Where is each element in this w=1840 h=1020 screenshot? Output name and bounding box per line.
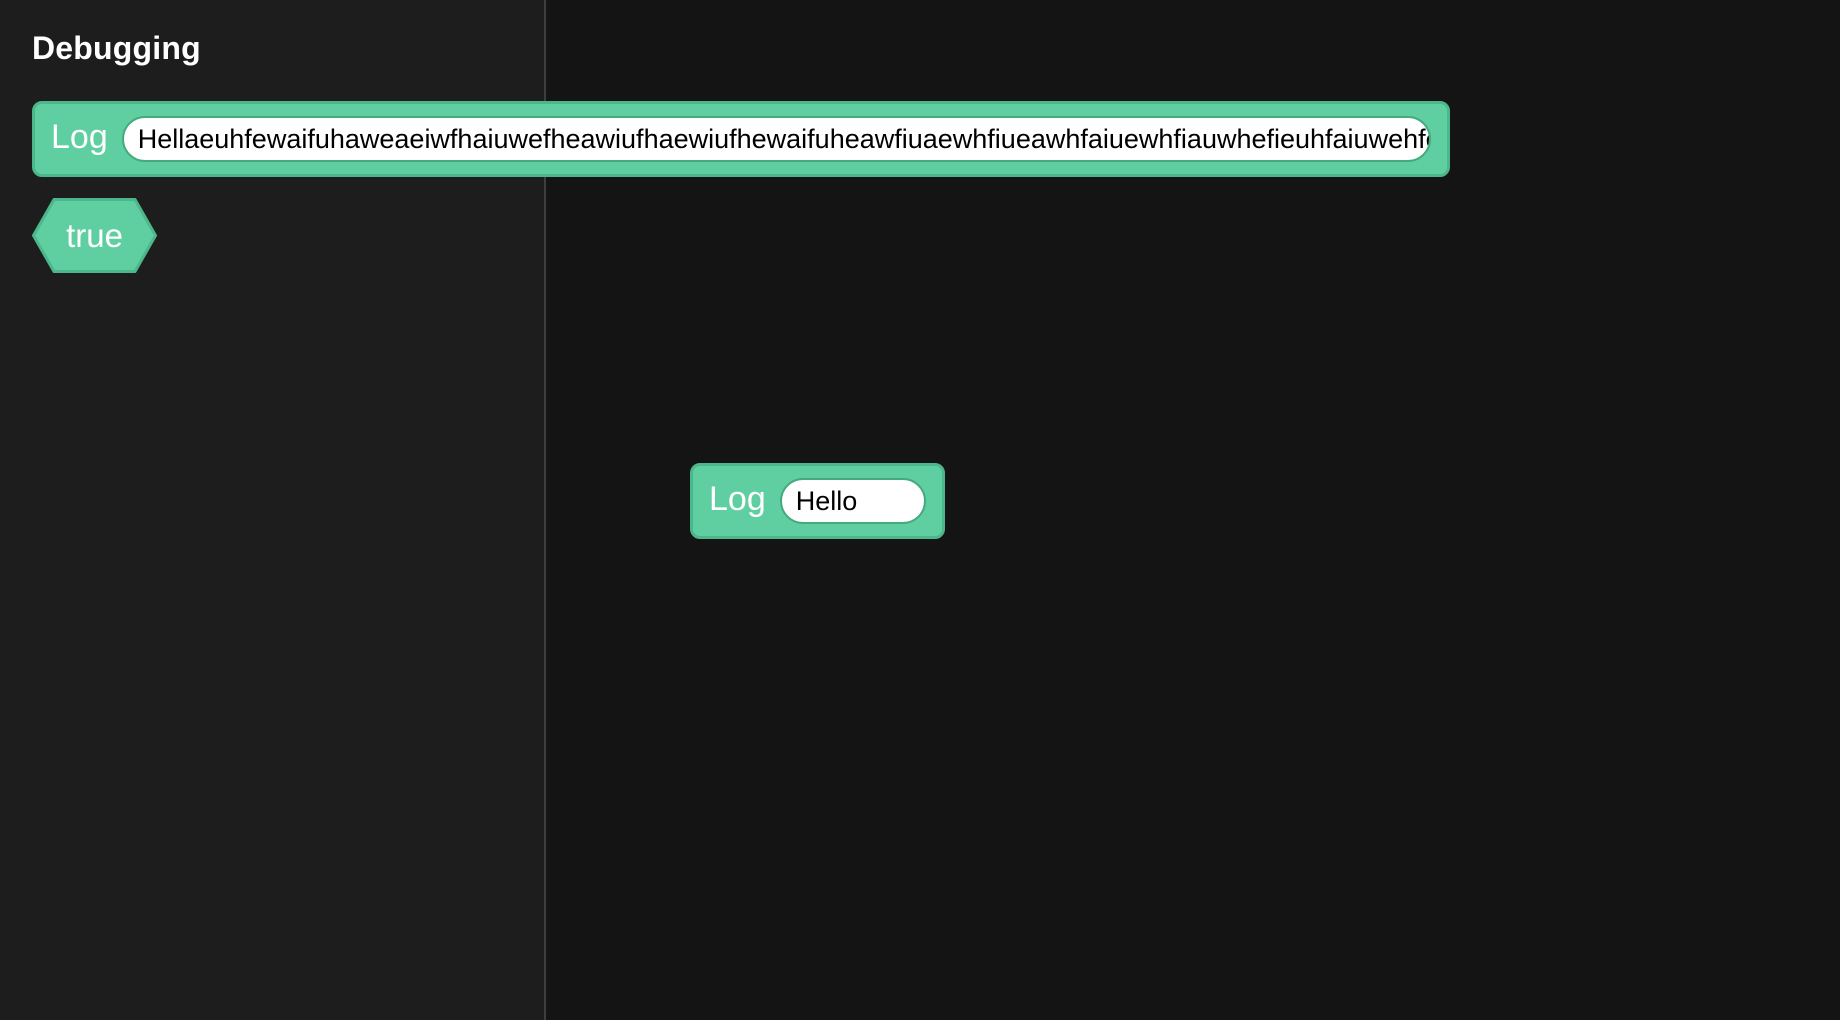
block-palette: Debugging Log Hellaeuhfewaifuhaweaeiwfha… [0,0,1450,1020]
log-block-label: Log [51,117,108,156]
boolean-block-label: true [66,216,123,254]
log-block-label: Log [709,479,766,518]
palette-log-block[interactable]: Log Hellaeuhfewaifuhaweaeiwfhaiuwefheawi… [32,101,1450,177]
workspace-log-block[interactable]: Log Hello [690,463,945,539]
log-text-input[interactable]: Hellaeuhfewaifuhaweaeiwfhaiuwefheawiufha… [121,116,1431,162]
category-title: Debugging [32,30,201,66]
palette-boolean-true-block[interactable]: true [32,198,157,273]
log-text-input[interactable]: Hello [779,478,926,524]
